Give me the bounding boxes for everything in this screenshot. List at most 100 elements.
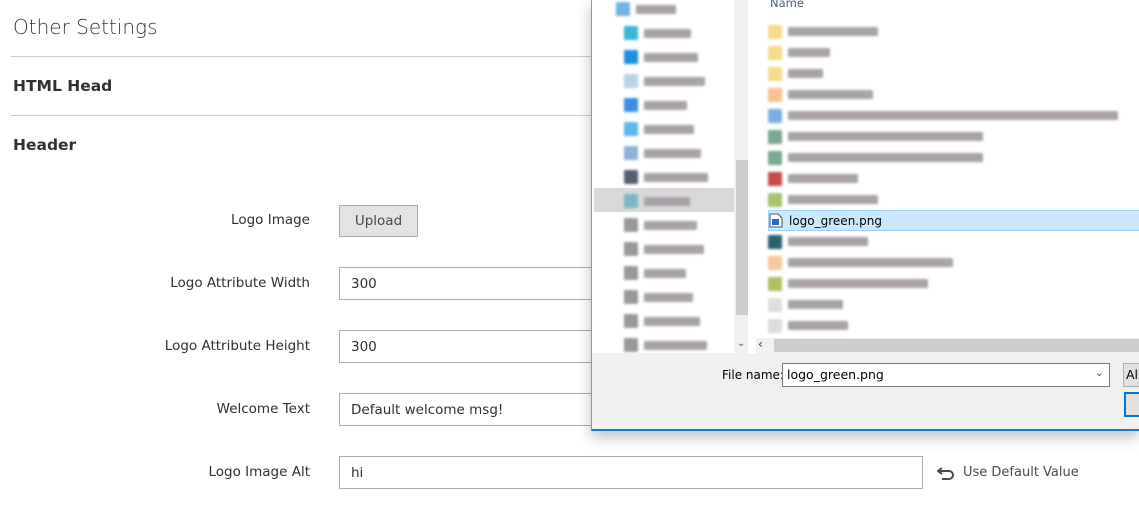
nav-scrollbar-thumb[interactable] (736, 160, 748, 315)
logo-image-label: Logo Image (231, 212, 310, 228)
blurred-file-name (788, 300, 843, 309)
blurred-file-name (788, 321, 848, 330)
blurred-label (644, 100, 687, 110)
blurred-file-name (788, 132, 983, 141)
image-file-icon (769, 213, 783, 228)
welcome-text-label: Welcome Text (216, 401, 310, 417)
nav-item[interactable] (624, 290, 693, 304)
folder-icon (624, 26, 638, 40)
file-name-label: File name: (722, 368, 784, 382)
nav-item[interactable] (624, 218, 697, 232)
undo-icon (937, 466, 954, 480)
blurred-label (644, 340, 707, 350)
file-row[interactable] (768, 294, 1139, 315)
nav-item[interactable] (624, 266, 686, 280)
use-default-value[interactable]: Use Default Value (937, 465, 1079, 480)
file-row[interactable] (768, 21, 1139, 42)
nav-item[interactable] (624, 314, 700, 328)
file-row[interactable] (768, 147, 1139, 168)
divider (11, 56, 591, 57)
nav-item[interactable] (624, 170, 708, 184)
blurred-file-name (788, 153, 983, 162)
blurred-label (644, 292, 693, 302)
file-row[interactable] (768, 315, 1139, 336)
blurred-label (644, 268, 686, 278)
name-column-header[interactable]: Name (770, 0, 804, 10)
nav-item[interactable] (624, 50, 698, 64)
nav-item[interactable] (624, 122, 694, 136)
file-icon (768, 87, 782, 102)
file-icon (768, 129, 782, 144)
blurred-file-name (788, 90, 873, 99)
folder-icon (624, 194, 638, 208)
file-icon (768, 234, 782, 249)
blurred-file-name (788, 48, 830, 57)
file-icon (768, 45, 782, 60)
file-row[interactable] (768, 63, 1139, 84)
file-row[interactable] (768, 126, 1139, 147)
folder-icon (624, 218, 638, 232)
blurred-file-name (788, 69, 823, 78)
file-row[interactable] (768, 84, 1139, 105)
file-icon (768, 318, 782, 333)
folder-icon (624, 338, 638, 352)
file-open-dialog: ⌄ logo_green.png Name ‹ File name: logo_… (591, 0, 1139, 431)
blurred-label (644, 124, 694, 134)
nav-item[interactable] (624, 242, 704, 256)
file-row-selected[interactable]: logo_green.png (768, 210, 1139, 231)
folder-icon (624, 146, 638, 160)
file-row[interactable] (768, 273, 1139, 294)
blurred-file-name (788, 174, 858, 183)
file-row[interactable] (768, 168, 1139, 189)
nav-item[interactable] (624, 26, 691, 40)
section-header[interactable]: Header (13, 136, 76, 154)
file-icon (768, 297, 782, 312)
file-row[interactable] (768, 105, 1139, 126)
use-default-label: Use Default Value (963, 465, 1079, 480)
upload-button[interactable]: Upload (339, 205, 418, 237)
folder-icon (624, 290, 638, 304)
nav-item[interactable] (624, 194, 690, 208)
blurred-file-name (788, 279, 928, 288)
file-name-input[interactable]: logo_green.png ⌄ (782, 363, 1110, 387)
section-html-head[interactable]: HTML Head (13, 77, 112, 95)
nav-item[interactable] (624, 338, 707, 352)
open-button[interactable] (1124, 392, 1139, 417)
folder-icon (616, 2, 630, 16)
blurred-label (644, 196, 690, 206)
blurred-file-name (788, 27, 878, 36)
blurred-label (644, 244, 704, 254)
horizontal-scrollbar-thumb[interactable] (774, 339, 1139, 352)
file-type-select[interactable]: All (1123, 363, 1139, 387)
navigation-pane[interactable]: ⌄ (594, 0, 748, 376)
scroll-down-icon[interactable]: ⌄ (737, 338, 745, 349)
logo-height-label: Logo Attribute Height (164, 338, 310, 354)
file-icon (768, 255, 782, 270)
blurred-label (644, 220, 697, 230)
chevron-down-icon[interactable]: ⌄ (1095, 366, 1104, 379)
file-name-value: logo_green.png (787, 367, 884, 382)
blurred-label (644, 316, 700, 326)
file-row[interactable] (768, 231, 1139, 252)
folder-icon (624, 170, 638, 184)
page-title: Other Settings (13, 15, 158, 39)
scroll-left-icon[interactable]: ‹ (758, 337, 763, 351)
nav-item[interactable] (624, 74, 705, 88)
file-icon (768, 150, 782, 165)
blurred-label (636, 4, 676, 14)
nav-item[interactable] (616, 2, 676, 16)
folder-icon (624, 98, 638, 112)
blurred-label (644, 76, 705, 86)
blurred-label (644, 172, 708, 182)
folder-icon (624, 50, 638, 64)
file-icon (768, 108, 782, 123)
file-row[interactable] (768, 252, 1139, 273)
blurred-label (644, 28, 691, 38)
nav-item[interactable] (624, 98, 687, 112)
blurred-file-name (788, 237, 868, 246)
file-list[interactable]: logo_green.png (760, 0, 1139, 353)
file-row[interactable] (768, 42, 1139, 63)
logo-alt-input[interactable]: hi (339, 456, 923, 489)
nav-item[interactable] (624, 146, 701, 160)
file-row[interactable] (768, 189, 1139, 210)
